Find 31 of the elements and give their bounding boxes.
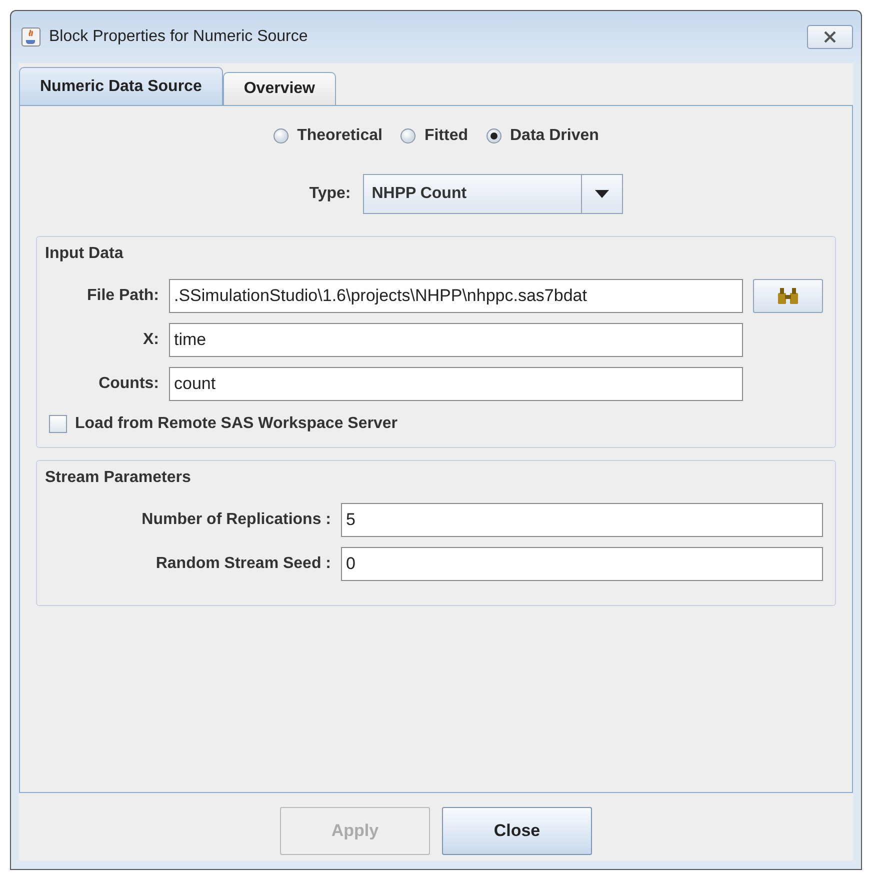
- java-cup-icon: [21, 27, 41, 47]
- window-title: Block Properties for Numeric Source: [49, 28, 308, 46]
- caret-icon: [594, 190, 609, 198]
- close-button[interactable]: [807, 25, 853, 49]
- input-field[interactable]: .SSimulationStudio\1.6\projects\NHPP\nhppc.sas7bdat: [169, 279, 743, 313]
- dialog-button[interactable]: Close: [442, 807, 592, 855]
- field-label: X:: [142, 331, 159, 349]
- input-field[interactable]: count: [169, 367, 743, 401]
- binoculars-icon: [777, 287, 799, 305]
- input-field[interactable]: 5: [341, 503, 823, 537]
- input-field[interactable]: time: [169, 323, 743, 357]
- field-label: Number of Replications :: [140, 511, 331, 529]
- radio-option[interactable]: Fitted: [400, 127, 468, 145]
- radio-icon: [273, 128, 290, 144]
- type-label: Type:: [309, 185, 351, 203]
- radio-option[interactable]: Data Driven: [486, 127, 599, 145]
- radio-icon: [486, 128, 502, 144]
- group-title: Input Data: [45, 245, 124, 263]
- radio-icon: [400, 128, 416, 144]
- group-title: Stream Parameters: [45, 469, 192, 487]
- tab[interactable]: Numeric Data Source: [19, 67, 223, 105]
- field-label: Counts:: [98, 375, 159, 393]
- input-field[interactable]: 0: [341, 547, 823, 581]
- browse-button[interactable]: [753, 279, 823, 313]
- type-dropdown[interactable]: NHPP Count: [362, 174, 623, 214]
- tab[interactable]: Overview: [222, 72, 336, 105]
- field-label: File Path:: [86, 287, 159, 305]
- close-icon: [822, 31, 838, 43]
- radio-option[interactable]: Theoretical: [273, 127, 382, 145]
- field-label: Random Stream Seed :: [154, 555, 331, 573]
- remote-checkbox[interactable]: Load from Remote SAS Workspace Server: [49, 415, 398, 433]
